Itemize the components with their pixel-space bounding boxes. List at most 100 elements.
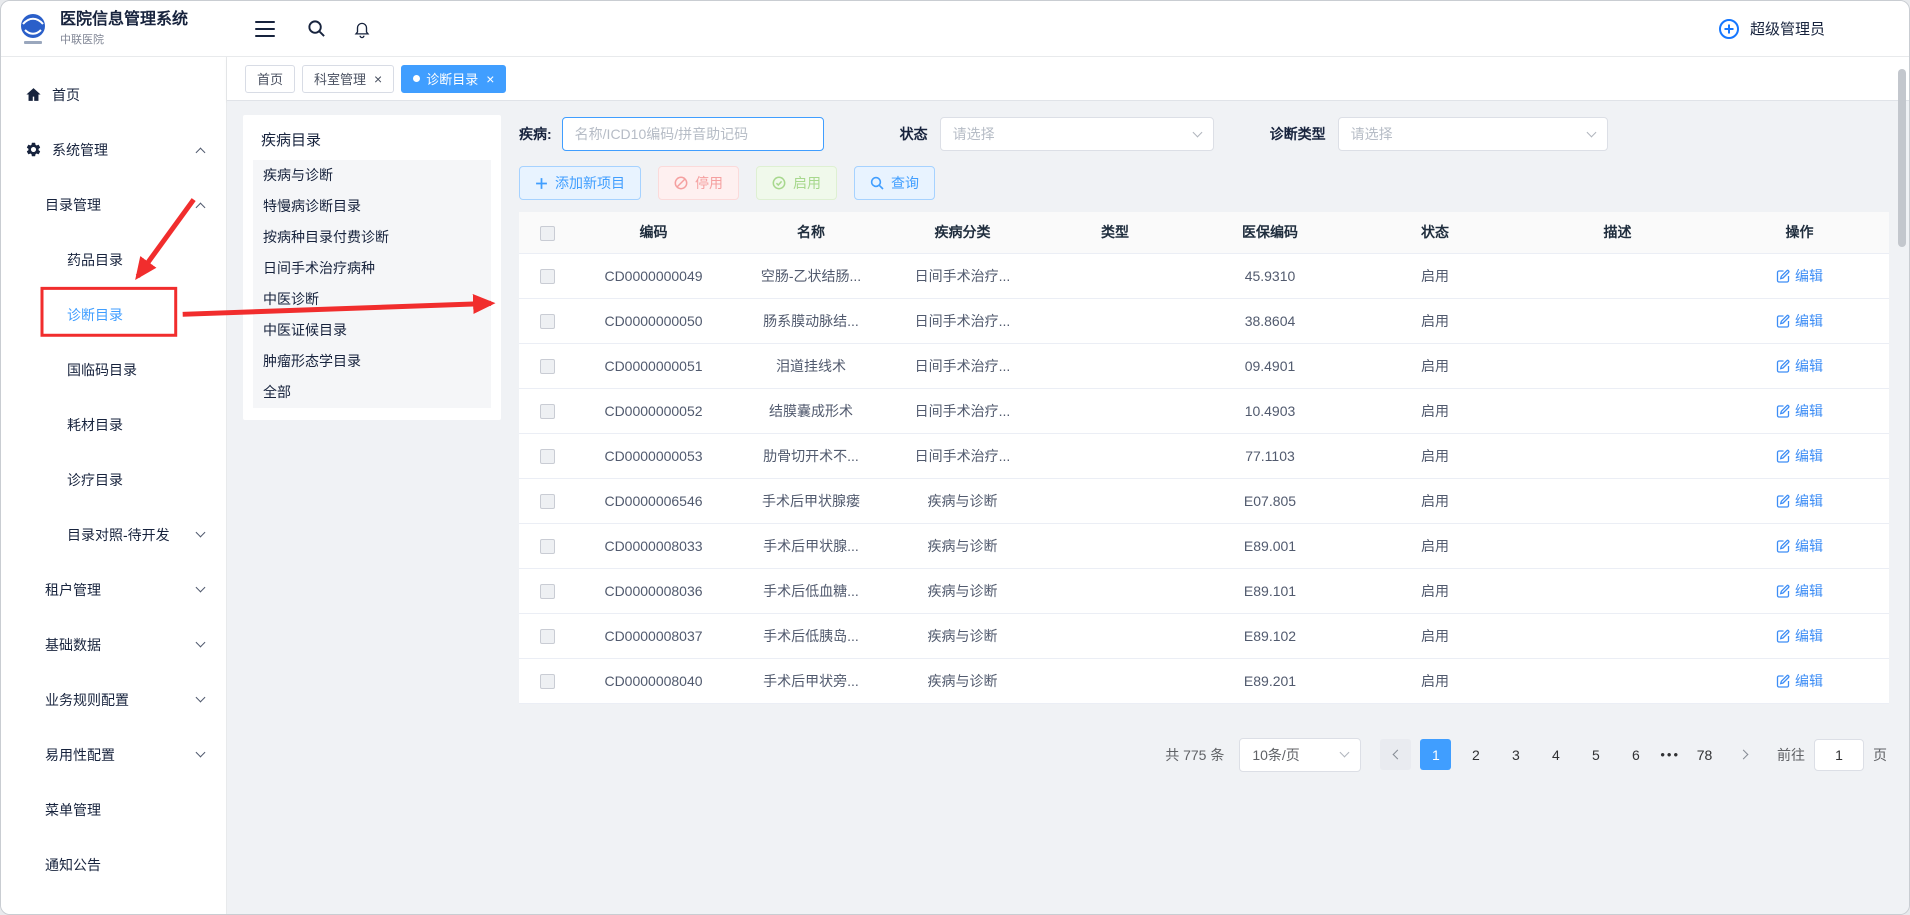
edit-label: 编辑 bbox=[1795, 581, 1823, 601]
query-button[interactable]: 查询 bbox=[854, 166, 935, 200]
column-header-status: 状态 bbox=[1345, 212, 1525, 253]
row-checkbox[interactable] bbox=[540, 404, 555, 419]
catalog-item-pay-by-disease[interactable]: 按病种目录付费诊断 bbox=[253, 222, 491, 253]
page-button-3[interactable]: 3 bbox=[1500, 739, 1531, 770]
catalog-item-chronic-disease[interactable]: 特慢病诊断目录 bbox=[253, 191, 491, 222]
catalog-item-tcm-diagnosis[interactable]: 中医诊断 bbox=[253, 284, 491, 315]
sidebar-item-treatment-catalog[interactable]: 诊疗目录 bbox=[1, 452, 226, 507]
edit-button[interactable]: 编辑 bbox=[1776, 626, 1823, 646]
disease-catalog-panel: 疾病目录 疾病与诊断 特慢病诊断目录 按病种目录付费诊断 日间手术治疗病种 中医… bbox=[243, 115, 501, 420]
sidebar-item-consumables-catalog[interactable]: 耗材目录 bbox=[1, 397, 226, 452]
sidebar-item-basic-data[interactable]: 基础数据 bbox=[1, 617, 226, 672]
edit-button[interactable]: 编辑 bbox=[1776, 266, 1823, 286]
diagnosis-type-select[interactable]: 请选择 bbox=[1338, 117, 1608, 151]
page-button-78[interactable]: 78 bbox=[1689, 739, 1720, 770]
row-checkbox[interactable] bbox=[540, 314, 555, 329]
sidebar-item-system-management[interactable]: 系统管理 bbox=[1, 122, 226, 177]
cell-action: 编辑 bbox=[1710, 523, 1889, 568]
page-button-5[interactable]: 5 bbox=[1580, 739, 1611, 770]
sidebar-item-catalog-mapping[interactable]: 目录对照-待开发 bbox=[1, 507, 226, 562]
sidebar-item-business-rules[interactable]: 业务规则配置 bbox=[1, 672, 226, 727]
cell-description bbox=[1525, 298, 1710, 343]
catalog-item-tumor-morphology[interactable]: 肿瘤形态学目录 bbox=[253, 346, 491, 377]
edit-button[interactable]: 编辑 bbox=[1776, 491, 1823, 511]
add-item-button[interactable]: 添加新项目 bbox=[519, 166, 641, 200]
cell-insurance: 45.9310 bbox=[1195, 253, 1345, 298]
page-button-6[interactable]: 6 bbox=[1620, 739, 1651, 770]
collapse-menu-button[interactable] bbox=[255, 20, 275, 38]
user-menu[interactable]: 超级管理员 bbox=[1717, 17, 1909, 41]
row-checkbox[interactable] bbox=[540, 359, 555, 374]
sidebar-item-national-code-catalog[interactable]: 国临码目录 bbox=[1, 342, 226, 397]
cell-select bbox=[519, 253, 575, 298]
close-icon[interactable]: × bbox=[486, 72, 494, 86]
page-button-4[interactable]: 4 bbox=[1540, 739, 1571, 770]
cell-insurance: E07.805 bbox=[1195, 478, 1345, 523]
cell-code: CD0000008036 bbox=[575, 568, 732, 613]
row-checkbox[interactable] bbox=[540, 629, 555, 644]
tab-diagnosis-catalog[interactable]: 诊断目录 × bbox=[401, 65, 506, 93]
prev-page-button[interactable] bbox=[1380, 739, 1411, 770]
cell-name: 手术后甲状旁... bbox=[732, 658, 890, 703]
app-title: 医院信息管理系统 bbox=[60, 10, 188, 30]
tab-home[interactable]: 首页 bbox=[245, 65, 295, 93]
pages-ellipsis[interactable]: ••• bbox=[1660, 747, 1680, 762]
cell-code: CD0000008040 bbox=[575, 658, 732, 703]
sidebar-item-notice[interactable]: 通知公告 bbox=[1, 837, 226, 892]
row-checkbox[interactable] bbox=[540, 494, 555, 509]
disease-search-input[interactable] bbox=[562, 117, 824, 151]
page-button-1[interactable]: 1 bbox=[1420, 739, 1451, 770]
table-row: CD0000000053 肋骨切开术不... 日间手术治疗... 77.1103… bbox=[519, 433, 1889, 478]
sidebar-item-label: 国临码目录 bbox=[67, 360, 137, 380]
tab-department-management[interactable]: 科室管理 × bbox=[302, 65, 394, 93]
edit-button[interactable]: 编辑 bbox=[1776, 356, 1823, 376]
goto-page-input[interactable] bbox=[1814, 739, 1864, 771]
row-checkbox[interactable] bbox=[540, 269, 555, 284]
sidebar-item-usability-config[interactable]: 易用性配置 bbox=[1, 727, 226, 782]
status-select[interactable]: 请选择 bbox=[940, 117, 1214, 151]
disable-button[interactable]: 停用 bbox=[658, 166, 739, 200]
catalog-item-disease-and-diagnosis[interactable]: 疾病与诊断 bbox=[253, 160, 491, 191]
sidebar-item-label: 系统管理 bbox=[52, 140, 108, 160]
edit-icon bbox=[1776, 404, 1790, 418]
catalog-item-day-surgery[interactable]: 日间手术治疗病种 bbox=[253, 253, 491, 284]
chevron-down-icon bbox=[1586, 127, 1596, 137]
enable-button[interactable]: 启用 bbox=[756, 166, 837, 200]
cell-insurance: E89.101 bbox=[1195, 568, 1345, 613]
sidebar-item-menu-management[interactable]: 菜单管理 bbox=[1, 782, 226, 837]
next-page-button[interactable] bbox=[1729, 739, 1760, 770]
medical-cross-icon bbox=[1717, 17, 1741, 41]
sidebar-item-tenant-management[interactable]: 租户管理 bbox=[1, 562, 226, 617]
sidebar-item-drug-catalog[interactable]: 药品目录 bbox=[1, 232, 226, 287]
row-checkbox[interactable] bbox=[540, 449, 555, 464]
page-size-select[interactable]: 10条/页 bbox=[1239, 738, 1361, 772]
vertical-scrollbar[interactable] bbox=[1898, 69, 1906, 247]
table-row: CD0000008033 手术后甲状腺... 疾病与诊断 E89.001 启用 … bbox=[519, 523, 1889, 568]
cell-select bbox=[519, 523, 575, 568]
edit-button[interactable]: 编辑 bbox=[1776, 536, 1823, 556]
row-checkbox[interactable] bbox=[540, 674, 555, 689]
edit-button[interactable]: 编辑 bbox=[1776, 401, 1823, 421]
table-row: CD0000008036 手术后低血糖... 疾病与诊断 E89.101 启用 … bbox=[519, 568, 1889, 613]
page-button-2[interactable]: 2 bbox=[1460, 739, 1491, 770]
sidebar-item-home[interactable]: 首页 bbox=[1, 67, 226, 122]
row-checkbox[interactable] bbox=[540, 539, 555, 554]
edit-label: 编辑 bbox=[1795, 446, 1823, 466]
row-checkbox[interactable] bbox=[540, 584, 555, 599]
close-icon[interactable]: × bbox=[374, 72, 382, 86]
notifications-button[interactable] bbox=[353, 19, 371, 39]
edit-button[interactable]: 编辑 bbox=[1776, 581, 1823, 601]
select-all-checkbox[interactable] bbox=[540, 226, 555, 241]
catalog-item-tcm-syndrome[interactable]: 中医证候目录 bbox=[253, 315, 491, 346]
edit-button[interactable]: 编辑 bbox=[1776, 446, 1823, 466]
edit-button[interactable]: 编辑 bbox=[1776, 671, 1823, 691]
sidebar-item-diagnosis-catalog[interactable]: 诊断目录 bbox=[1, 287, 226, 342]
body-row: 首页 系统管理 目录管理 药品目录 诊断目录 国临码目录 耗材目录 bbox=[1, 57, 1909, 914]
global-search-button[interactable] bbox=[307, 19, 326, 38]
search-icon bbox=[307, 19, 326, 38]
edit-button[interactable]: 编辑 bbox=[1776, 311, 1823, 331]
catalog-item-all[interactable]: 全部 bbox=[253, 377, 491, 408]
cell-status: 启用 bbox=[1345, 658, 1525, 703]
catalog-list: 疾病与诊断 特慢病诊断目录 按病种目录付费诊断 日间手术治疗病种 中医诊断 中医… bbox=[253, 160, 491, 408]
sidebar-item-catalog-management[interactable]: 目录管理 bbox=[1, 177, 226, 232]
